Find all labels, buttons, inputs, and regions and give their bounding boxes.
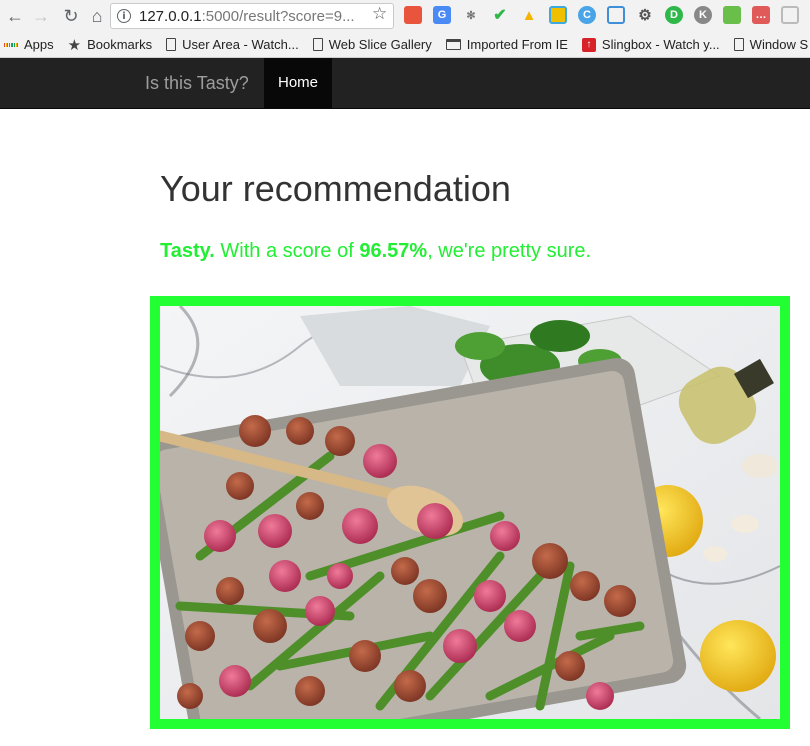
back-button[interactable]: ←	[2, 3, 28, 29]
apps-grid-icon	[4, 42, 19, 47]
food-photo-illustration	[160, 306, 780, 719]
recommendation-text: Tasty. With a score of 96.57%, we're pre…	[160, 240, 591, 263]
bookmark-label: Slingbox - Watch y...	[601, 37, 720, 52]
bookmark-label: Bookmarks	[87, 37, 153, 52]
food-photo	[150, 296, 790, 729]
site-navbar: Is this Tasty? Home	[0, 58, 810, 109]
bookmark-label: Apps	[24, 37, 54, 52]
page-title: Your recommendation	[160, 168, 511, 209]
bookmark-imported-from-ie[interactable]: Imported From IE	[445, 37, 568, 52]
browser-toolbar: ← → ↻ ⌂ i 127.0.0.1:5000/result?score=9.…	[0, 0, 810, 32]
star-icon: ★	[67, 36, 82, 54]
bookmark-apps[interactable]: Apps	[4, 37, 54, 52]
bookmark-slingbox[interactable]: ↑ Slingbox - Watch y...	[581, 37, 720, 52]
bookmark-label: User Area - Watch...	[182, 37, 299, 52]
translate-icon[interactable]: G	[433, 6, 451, 24]
folder-icon	[445, 39, 461, 50]
forward-button[interactable]: →	[28, 3, 54, 29]
extension-icon[interactable]: D	[665, 6, 683, 24]
extension-icon[interactable]	[781, 6, 799, 24]
bookmarks-bar: Apps ★ Bookmarks User Area - Watch... We…	[0, 32, 810, 58]
verdict-prefix: With a score of	[214, 240, 360, 262]
bookmark-star-icon[interactable]: ☆	[372, 4, 387, 24]
extension-icon[interactable]: K	[694, 6, 712, 24]
extension-icon[interactable]	[404, 6, 422, 24]
page-icon	[733, 38, 744, 51]
bookmark-web-slice-gallery[interactable]: Web Slice Gallery	[312, 37, 432, 52]
info-icon[interactable]: i	[117, 9, 131, 23]
bookmark-user-area[interactable]: User Area - Watch...	[166, 37, 299, 52]
screenshot-icon[interactable]	[607, 6, 625, 24]
verdict-label: Tasty.	[160, 240, 215, 262]
bookmark-window-s[interactable]: Window S	[733, 37, 809, 52]
bookmark-bookmarks[interactable]: ★ Bookmarks	[68, 36, 152, 54]
reload-button[interactable]: ↻	[58, 3, 84, 29]
extension-icon[interactable]	[549, 6, 567, 24]
navbar-brand[interactable]: Is this Tasty?	[145, 58, 249, 108]
extension-icon[interactable]: C	[578, 6, 596, 24]
url-text: 127.0.0.1:5000/result?score=9...	[139, 7, 355, 25]
bookmark-label: Web Slice Gallery	[328, 37, 432, 52]
bookmark-label: Imported From IE	[466, 37, 568, 52]
bookmark-label: Window S	[749, 37, 809, 52]
verdict-suffix: , we're pretty sure.	[427, 240, 592, 262]
slingbox-icon: ↑	[581, 37, 596, 52]
address-bar[interactable]: i 127.0.0.1:5000/result?score=9...	[110, 3, 394, 29]
extension-icon[interactable]: ✻	[462, 6, 480, 24]
extensions-bar: G ✻ ✔ ▲ C ⚙ D K …	[404, 6, 810, 24]
nav-home-link[interactable]: Home	[264, 58, 332, 108]
extension-icon[interactable]: …	[752, 6, 770, 24]
print-icon[interactable]	[723, 6, 741, 24]
home-icon[interactable]: ⌂	[84, 3, 110, 29]
gear-icon[interactable]: ⚙	[636, 6, 654, 24]
check-icon[interactable]: ✔	[491, 6, 509, 24]
page-icon	[312, 38, 323, 51]
score-value: 96.57%	[359, 240, 428, 262]
drive-icon[interactable]: ▲	[520, 6, 538, 24]
page-icon	[166, 38, 177, 51]
